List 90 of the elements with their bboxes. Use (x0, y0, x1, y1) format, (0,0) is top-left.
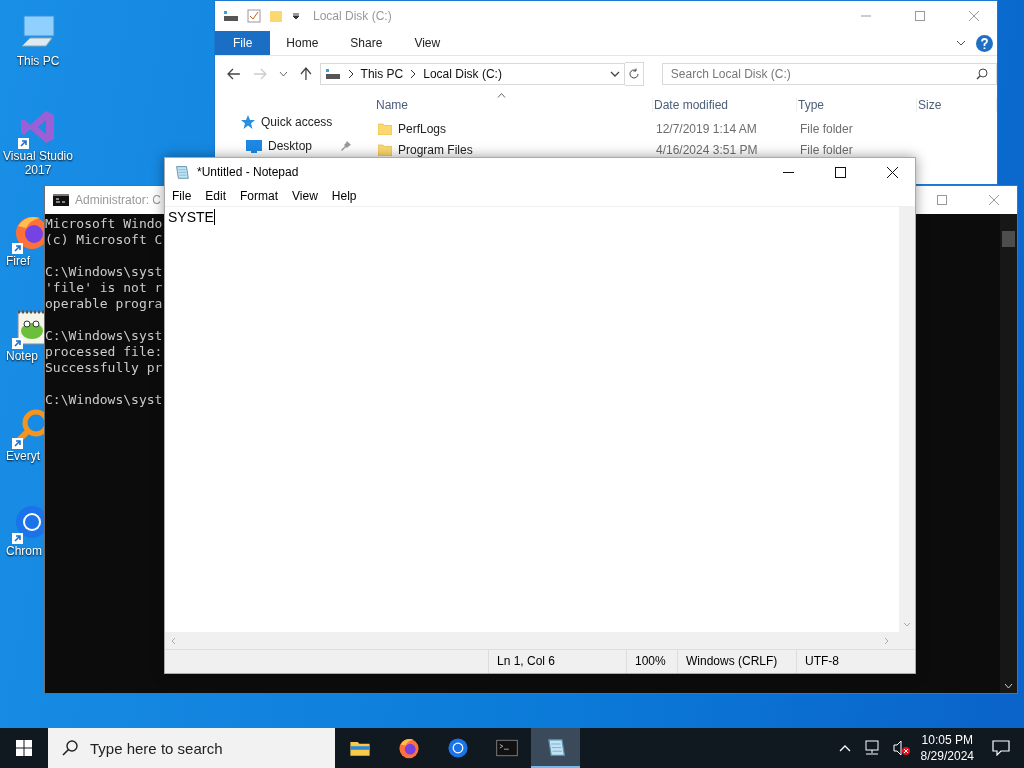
desktop-icon-label[interactable]: This PC (16, 54, 60, 68)
table-cell-text: 4/16/2024 3:51 PM (656, 142, 759, 157)
chevron-icon[interactable] (609, 70, 620, 78)
help-icon[interactable] (976, 34, 993, 52)
table-cell-text: 12/7/2019 1:14 AM (656, 121, 758, 136)
console-line: C:\Windows\syst (45, 328, 163, 344)
menu-item[interactable]: Edit (198, 189, 234, 203)
console-line: operable progra (45, 296, 163, 312)
ribbon-tab[interactable]: Home (270, 31, 335, 55)
nav-item[interactable]: Quick access (215, 110, 359, 134)
maximize-icon (937, 195, 947, 205)
windows-logo-icon (16, 740, 32, 756)
window-title: Administrator: C (75, 193, 162, 207)
maximize-icon (915, 11, 925, 21)
console-line: Successfully pr (45, 360, 163, 376)
ring-icon (445, 736, 470, 760)
sort-caret-icon (497, 93, 506, 98)
clock-time[interactable]: 10:05 PM (921, 732, 973, 748)
clock-date[interactable]: 8/29/2024 (920, 748, 974, 764)
file-name[interactable]: Program Files (398, 142, 473, 157)
checkbox-icon[interactable] (247, 9, 261, 23)
desktop-icon-label[interactable]: Notep (0, 349, 39, 363)
column-header[interactable]: Type (797, 98, 917, 112)
desktop-icon-label[interactable]: Everyt (0, 449, 40, 463)
console-line: C:\Windows\syst (45, 392, 163, 408)
console-line: 'file' is not r (45, 280, 163, 296)
file-name[interactable]: PerfLogs (398, 121, 447, 136)
scrollbar[interactable] (1000, 214, 1017, 693)
desktop-icon-label[interactable]: Firef (0, 254, 30, 268)
scroll-thumb[interactable] (1002, 231, 1015, 247)
search-icon (976, 68, 988, 80)
ribbon-tab[interactable]: File (215, 31, 271, 55)
notepad-icon (173, 163, 191, 181)
console-line: Microsoft Windo (45, 216, 163, 232)
close-icon (969, 11, 979, 21)
fox-globe-icon (396, 736, 421, 760)
nav-item[interactable]: Desktop (215, 134, 359, 158)
ribbon-tab[interactable]: Share (334, 31, 399, 55)
notification-icon[interactable] (992, 740, 1010, 756)
menu-item[interactable]: Format (233, 189, 286, 203)
text-caret (213, 209, 215, 225)
monitor-icon (246, 139, 262, 153)
column-header[interactable]: Size (917, 98, 997, 112)
search-field[interactable]: Type here to search (48, 728, 335, 768)
console-line: (c) Microsoft C (45, 232, 163, 248)
scroll-down-icon[interactable] (1004, 683, 1013, 689)
table-cell-text: File folder (800, 121, 854, 136)
dropdown-icon[interactable] (291, 11, 301, 21)
terminal-icon (53, 194, 69, 206)
maximize-icon (834, 166, 846, 178)
search-field[interactable]: Search Local Disk (C:) (661, 63, 997, 85)
network-icon[interactable] (862, 740, 881, 756)
pin-icon[interactable] (341, 141, 351, 151)
desktop-icon-label[interactable]: Chrom (0, 544, 42, 558)
status-text: UTF-8 (796, 650, 914, 673)
window-title: *Untitled - Notepad (197, 165, 299, 179)
drive-icon (223, 9, 239, 23)
console-line: processed file: (45, 344, 163, 360)
star-icon (241, 115, 255, 129)
status-text: 100% (626, 650, 677, 673)
address-bar[interactable]: This PC Local Disk (C:) (319, 63, 625, 85)
console-line: C:\Windows\syst (45, 264, 163, 280)
chevron-icon[interactable] (278, 71, 288, 77)
status-text: Ln 1, Col 6 (488, 650, 626, 673)
ribbon-tab[interactable]: View (398, 31, 457, 55)
table-cell-text: File folder (800, 142, 854, 157)
menu-item[interactable]: File (165, 189, 199, 203)
scrollbar[interactable] (899, 207, 915, 632)
column-header[interactable]: Date modified (653, 98, 797, 112)
breadcrumb[interactable]: This PC (360, 67, 404, 81)
muted-speaker-icon[interactable] (892, 740, 911, 756)
desktop-icon-label[interactable]: Visual Studio 2017 (0, 149, 76, 177)
window-title: Local Disk (C:) (313, 9, 392, 23)
column-header[interactable]: Name (375, 98, 653, 112)
menu-item[interactable]: View (285, 189, 325, 203)
up-arrow-icon[interactable] (299, 67, 312, 81)
text-editor[interactable]: SYSTE (165, 207, 899, 632)
folder-icon (378, 122, 392, 135)
close-icon (886, 166, 898, 178)
close-icon (989, 195, 999, 205)
back-arrow-icon[interactable] (227, 68, 241, 80)
search-icon (62, 740, 78, 756)
chevron-up-icon[interactable] (838, 744, 851, 752)
chevron-icon[interactable] (956, 39, 966, 47)
menu-item[interactable]: Help (324, 189, 364, 203)
drive-icon (324, 68, 341, 80)
refresh-icon (627, 68, 640, 80)
taskbar-app[interactable] (531, 728, 580, 768)
status-text: Windows (CRLF) (677, 650, 796, 673)
breadcrumb[interactable]: Local Disk (C:) (423, 67, 502, 81)
